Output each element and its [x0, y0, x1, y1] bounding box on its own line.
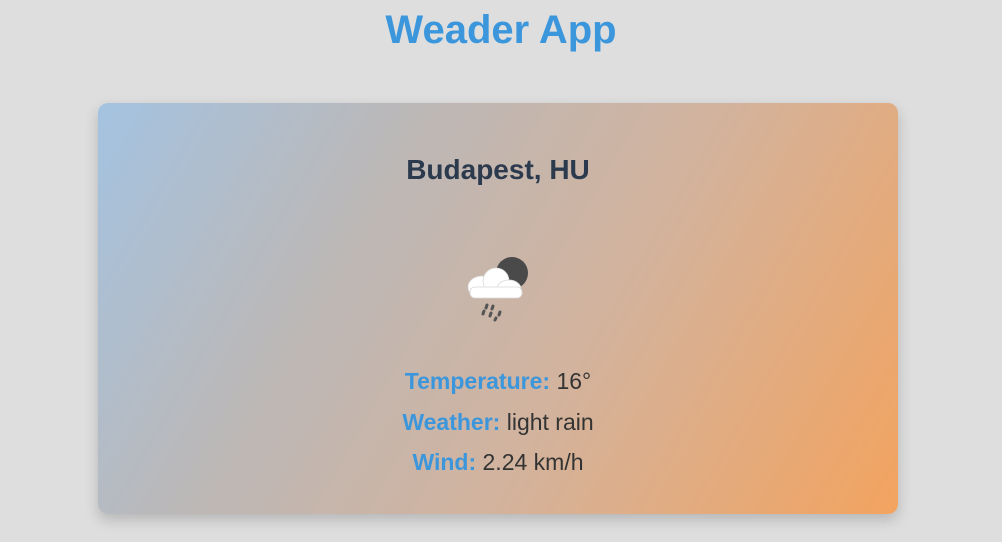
cloud-moon-rain-icon	[467, 257, 528, 322]
weather-label: Weather:	[402, 409, 501, 435]
wind-label: Wind:	[412, 449, 477, 475]
app-title: Weader App	[385, 8, 617, 52]
city-name: Budapest, HU	[406, 154, 590, 185]
temperature-row: Temperature: 16°	[98, 367, 898, 395]
temperature-label: Temperature:	[404, 368, 551, 394]
wind-row: Wind: 2.24 km/h	[98, 448, 898, 476]
temperature-value: 16°	[556, 368, 592, 394]
weather-card: Budapest, HU Temperature: 16° Weather: l…	[98, 103, 898, 514]
weather-row: Weather: light rain	[98, 408, 898, 436]
wind-value: 2.24 km/h	[482, 449, 584, 475]
weather-value: light rain	[506, 409, 594, 435]
